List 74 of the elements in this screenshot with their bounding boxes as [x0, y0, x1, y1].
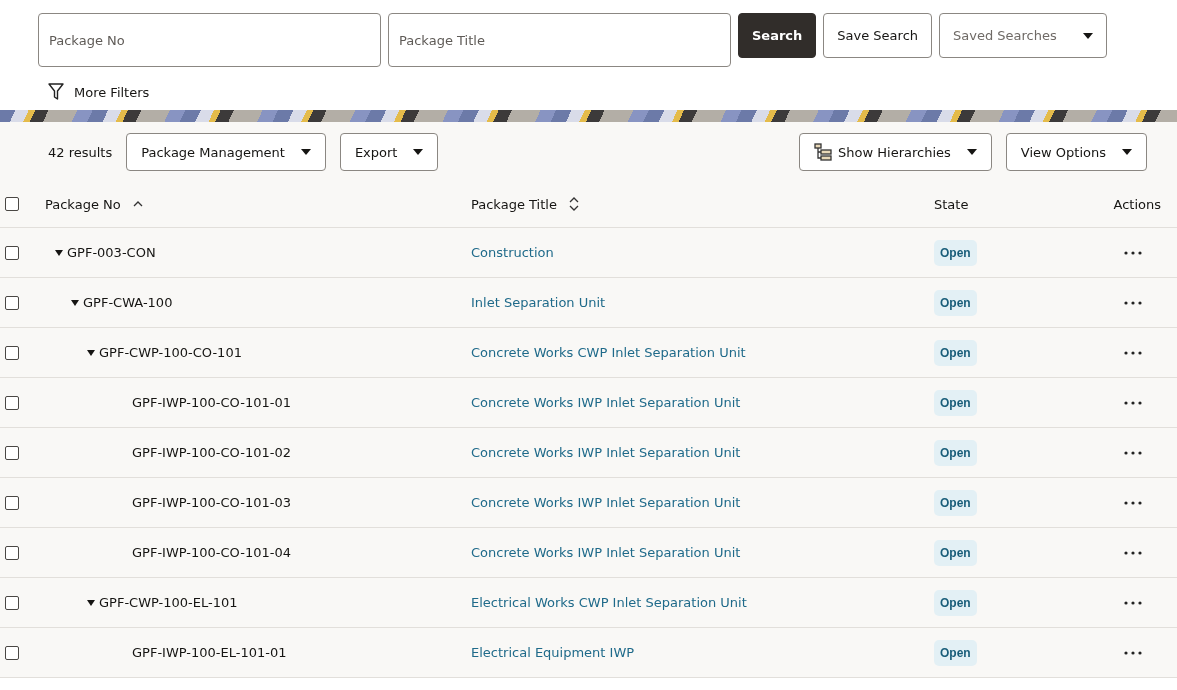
more-actions-icon[interactable]: [1124, 400, 1142, 405]
caret-icon: [966, 149, 977, 155]
row-checkbox[interactable]: [5, 395, 19, 410]
select-all-checkbox[interactable]: [5, 197, 19, 211]
more-actions-icon[interactable]: [1124, 250, 1142, 255]
column-header[interactable]: Package Title: [471, 196, 557, 212]
results-count: 42 results: [48, 144, 113, 160]
package-number: GPF-CWP-100-EL-101: [99, 595, 238, 610]
sort-icon[interactable]: [568, 197, 579, 211]
state-badge: Open: [934, 239, 977, 266]
caret-icon: [1083, 32, 1094, 39]
column-header: Actions: [1113, 196, 1161, 212]
state-badge: Open: [934, 539, 977, 566]
search-button[interactable]: Search: [738, 13, 817, 58]
package-title-link[interactable]: Inlet Separation Unit: [471, 295, 606, 310]
package-title-link[interactable]: Construction: [471, 245, 554, 260]
package-number: GPF-IWP-100-CO-101-01: [132, 395, 291, 410]
more-actions-icon[interactable]: [1124, 350, 1142, 355]
row-checkbox[interactable]: [5, 445, 19, 460]
row-checkbox[interactable]: [5, 645, 19, 660]
state-badge: Open: [934, 289, 977, 316]
package-title-link[interactable]: Concrete Works CWP Inlet Separation Unit: [471, 345, 746, 360]
more-actions-icon[interactable]: [1124, 450, 1142, 455]
show-hierarchies-button[interactable]: Show Hierarchies: [799, 133, 992, 171]
more-actions-icon[interactable]: [1124, 650, 1142, 655]
state-badge: Open: [934, 339, 977, 366]
row-checkbox[interactable]: [5, 545, 19, 560]
package-number: GPF-CWA-100: [83, 295, 173, 310]
state-badge: Open: [934, 439, 977, 466]
expand-toggle-icon[interactable]: [71, 299, 79, 306]
sort-ascending-icon[interactable]: [132, 201, 143, 207]
filter-icon: [48, 83, 64, 101]
state-badge: Open: [934, 639, 977, 666]
saved-searches-dropdown[interactable]: Saved Searches: [939, 13, 1108, 58]
hierarchy-icon: [814, 143, 833, 161]
package-number: GPF-IWP-100-EL-101-01: [132, 645, 287, 660]
save-search-button[interactable]: Save Search: [823, 13, 933, 58]
more-actions-icon[interactable]: [1124, 300, 1142, 305]
menu-button[interactable]: Package Management: [126, 133, 326, 171]
row-checkbox[interactable]: [5, 345, 19, 360]
row-checkbox[interactable]: [5, 245, 19, 260]
column-header[interactable]: Package No: [45, 196, 121, 212]
state-badge: Open: [934, 589, 977, 616]
more-actions-icon[interactable]: [1124, 600, 1142, 605]
caret-icon: [300, 149, 311, 155]
expand-toggle-icon[interactable]: [87, 349, 95, 356]
view-options-button[interactable]: View Options: [1005, 133, 1147, 171]
state-badge: Open: [934, 489, 977, 516]
expand-toggle-icon[interactable]: [55, 249, 63, 256]
package-title-link[interactable]: Concrete Works IWP Inlet Separation Unit: [471, 445, 741, 460]
package-number: GPF-003-CON: [67, 245, 156, 260]
package-number: GPF-CWP-100-CO-101: [99, 345, 242, 360]
search-field[interactable]: Package No: [38, 13, 381, 67]
package-number: GPF-IWP-100-CO-101-03: [132, 495, 291, 510]
column-header: State: [934, 196, 969, 212]
more-filters-button[interactable]: More Filters: [48, 83, 150, 101]
expand-toggle-icon[interactable]: [87, 599, 95, 606]
package-number: GPF-IWP-100-CO-101-04: [132, 545, 291, 560]
search-field[interactable]: Package Title: [388, 13, 731, 67]
package-title-link[interactable]: Concrete Works IWP Inlet Separation Unit: [471, 545, 741, 560]
caret-icon: [413, 149, 424, 155]
more-actions-icon[interactable]: [1124, 550, 1142, 555]
caret-icon: [1122, 149, 1132, 155]
package-number: GPF-IWP-100-CO-101-02: [132, 445, 291, 460]
package-title-link[interactable]: Electrical Equipment IWP: [471, 645, 635, 660]
menu-button[interactable]: Export: [339, 133, 439, 171]
state-badge: Open: [934, 389, 977, 416]
package-title-link[interactable]: Concrete Works IWP Inlet Separation Unit: [471, 495, 741, 510]
package-title-link[interactable]: Concrete Works IWP Inlet Separation Unit: [471, 395, 741, 410]
row-checkbox[interactable]: [5, 295, 19, 310]
more-actions-icon[interactable]: [1124, 500, 1142, 505]
row-checkbox[interactable]: [5, 595, 19, 610]
row-checkbox[interactable]: [5, 495, 19, 510]
package-title-link[interactable]: Electrical Works CWP Inlet Separation Unit: [471, 595, 747, 610]
